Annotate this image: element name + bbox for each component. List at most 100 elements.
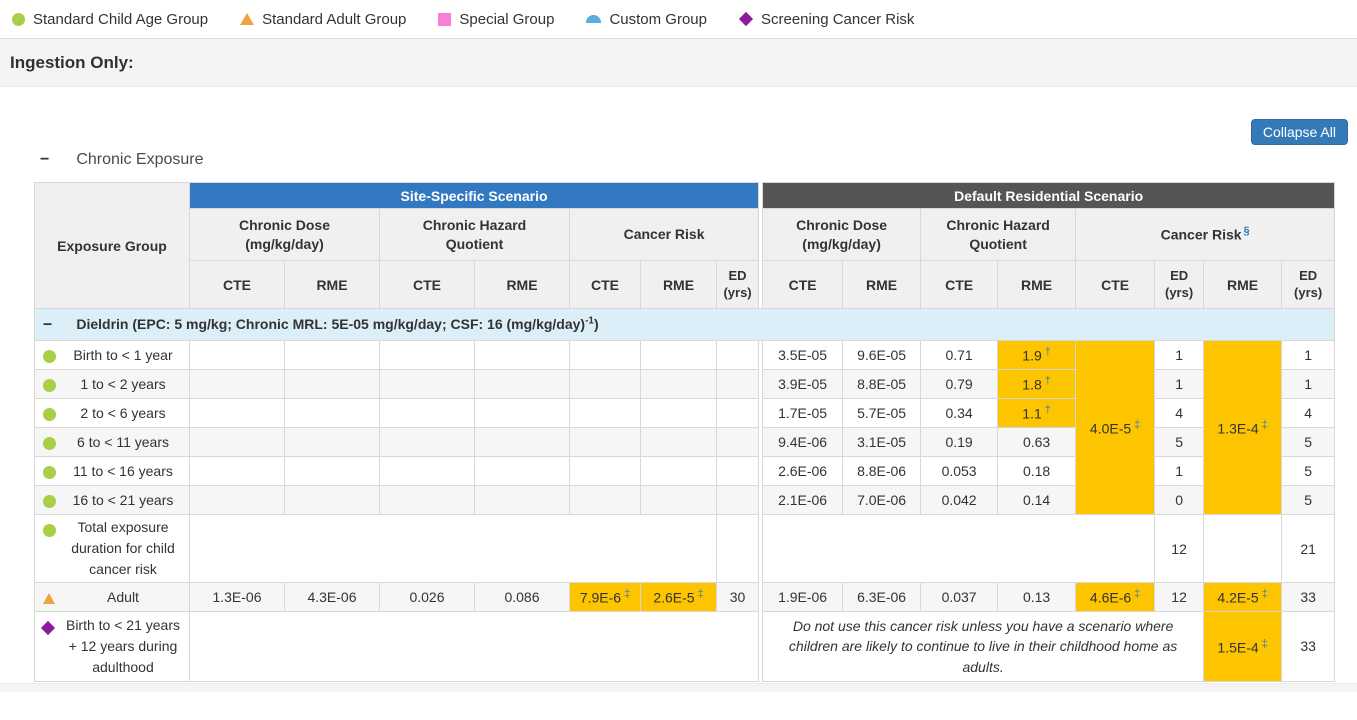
value-cell: 0.14	[998, 486, 1076, 515]
legend-label: Screening Cancer Risk	[761, 11, 914, 28]
value-cell	[380, 457, 475, 486]
exposure-group-label: Birth to < 1 year	[73, 347, 172, 363]
dr-dose-cte-header: CTE	[763, 261, 843, 309]
value-cell: 0.086	[475, 583, 570, 612]
value-cell: 3.5E-05	[763, 341, 843, 370]
value-cell: 0.053	[921, 457, 998, 486]
exposure-group-cell: 16 to < 21 years	[35, 486, 190, 515]
value-cell	[717, 370, 759, 399]
legend-item: Standard Child Age Group	[12, 11, 208, 28]
collapse-section-icon[interactable]: −	[40, 152, 49, 168]
ss-hazard-quotient-header: Chronic Hazard Quotient	[380, 209, 570, 261]
chronic-dose-line1: Chronic Dose	[194, 216, 375, 235]
exposure-group-cell: Birth to < 21 years + 12 years during ad…	[35, 612, 190, 682]
value-cell: 12	[1155, 515, 1204, 583]
value-cell: 0.037	[921, 583, 998, 612]
diamond-icon	[41, 621, 55, 635]
value-cell	[570, 457, 641, 486]
exposure-group-label: 2 to < 6 years	[80, 405, 165, 421]
value-cell: 33	[1282, 583, 1335, 612]
value-cell	[285, 486, 380, 515]
dr-ed1-header: ED (yrs)	[1155, 261, 1204, 309]
dr-hq-rme-header: RME	[998, 261, 1076, 309]
exposure-group-cell: 11 to < 16 years	[35, 457, 190, 486]
value-cell	[570, 370, 641, 399]
chronic-dose-line2: (mg/kg/day)	[767, 235, 916, 254]
legend-bar: Standard Child Age GroupStandard Adult G…	[0, 0, 1357, 39]
exposure-group-label: 11 to < 16 years	[73, 463, 173, 479]
exposure-group-label: 6 to < 11 years	[77, 434, 169, 450]
highlighted-risk-value: 2.6E-5‡	[641, 583, 717, 612]
collapse-all-button[interactable]: Collapse All	[1251, 119, 1348, 145]
legend-label: Custom Group	[609, 11, 707, 28]
value-cell	[641, 399, 717, 428]
chemical-group-label: Dieldrin (EPC: 5 mg/kg; Chronic MRL: 5E-…	[76, 316, 598, 332]
value-cell: 6.3E-06	[843, 583, 921, 612]
default-residential-scenario-header: Default Residential Scenario	[763, 183, 1335, 209]
value-cell: 1	[1282, 341, 1335, 370]
value-cell	[475, 370, 570, 399]
exposure-group-cell: Total exposure duration for child cancer…	[35, 515, 190, 583]
value-cell: 1.9E-06	[763, 583, 843, 612]
exposure-table-body: − Dieldrin (EPC: 5 mg/kg; Chronic MRL: 5E…	[35, 309, 1335, 682]
ed-line1: ED	[1159, 268, 1199, 284]
value-cell	[570, 486, 641, 515]
value-cell	[475, 457, 570, 486]
value-cell	[570, 428, 641, 457]
ss-cr-rme-header: RME	[641, 261, 717, 309]
value-cell	[190, 612, 759, 682]
dr-cr-rme-header: RME	[1204, 261, 1282, 309]
legend-item: Screening Cancer Risk	[739, 11, 914, 28]
circle-icon	[12, 13, 25, 26]
ss-dose-rme-header: RME	[285, 261, 380, 309]
highlighted-risk-value: 1.9†	[998, 341, 1076, 370]
value-cell: 3.9E-05	[763, 370, 843, 399]
dr-hazard-quotient-header: Chronic Hazard Quotient	[921, 209, 1076, 261]
chronic-dose-line2: (mg/kg/day)	[194, 235, 375, 254]
collapse-chemical-icon[interactable]: −	[43, 316, 52, 333]
chemical-group-cell: − Dieldrin (EPC: 5 mg/kg; Chronic MRL: 5E…	[35, 309, 1335, 341]
circle-icon	[43, 379, 56, 392]
value-cell: 0	[1155, 486, 1204, 515]
value-cell: 1.3E-06	[190, 583, 285, 612]
value-cell: 5.7E-05	[843, 399, 921, 428]
ed-line2: (yrs)	[721, 285, 754, 301]
value-cell	[763, 515, 1155, 583]
dr-ed2-header: ED (yrs)	[1282, 261, 1335, 309]
legend-item: Custom Group	[586, 11, 707, 28]
exposure-group-cell: Adult	[35, 583, 190, 612]
exposure-group-header: Exposure Group	[35, 183, 190, 309]
value-cell: 33	[1282, 612, 1335, 682]
value-cell	[285, 399, 380, 428]
value-cell	[641, 370, 717, 399]
highlighted-risk-value: 1.5E-4‡	[1204, 612, 1282, 682]
section-title: Chronic Exposure	[76, 151, 203, 169]
value-cell	[717, 399, 759, 428]
value-cell	[380, 341, 475, 370]
value-cell: 4.3E-06	[285, 583, 380, 612]
ss-cr-cte-header: CTE	[570, 261, 641, 309]
value-cell	[717, 486, 759, 515]
value-cell	[380, 428, 475, 457]
ed-line2: (yrs)	[1159, 285, 1199, 301]
value-cell: 0.63	[998, 428, 1076, 457]
exposure-group-label: Birth to < 21 years + 12 years during ad…	[66, 617, 180, 675]
value-cell	[285, 370, 380, 399]
highlighted-risk-value: 4.6E-6‡	[1076, 583, 1155, 612]
value-cell: 30	[717, 583, 759, 612]
value-cell: 5	[1282, 486, 1335, 515]
value-cell: 0.71	[921, 341, 998, 370]
value-cell: 0.13	[998, 583, 1076, 612]
value-cell: 8.8E-05	[843, 370, 921, 399]
dr-cancer-risk-header: Cancer Risk§	[1076, 209, 1335, 261]
exposure-group-cell: 6 to < 11 years	[35, 428, 190, 457]
ss-dose-cte-header: CTE	[190, 261, 285, 309]
highlighted-risk-value: 4.0E-5‡	[1076, 341, 1155, 515]
exposure-row: Adult1.3E-064.3E-060.0260.0867.9E-6‡2.6E…	[35, 583, 1335, 612]
cancer-risk-label: Cancer Risk	[1161, 227, 1242, 243]
legend-item: Special Group	[438, 11, 554, 28]
site-specific-scenario-header: Site-Specific Scenario	[190, 183, 759, 209]
hazard-quotient-line1: Chronic Hazard	[925, 216, 1071, 235]
hazard-quotient-line2: Quotient	[925, 235, 1071, 254]
value-cell	[380, 370, 475, 399]
